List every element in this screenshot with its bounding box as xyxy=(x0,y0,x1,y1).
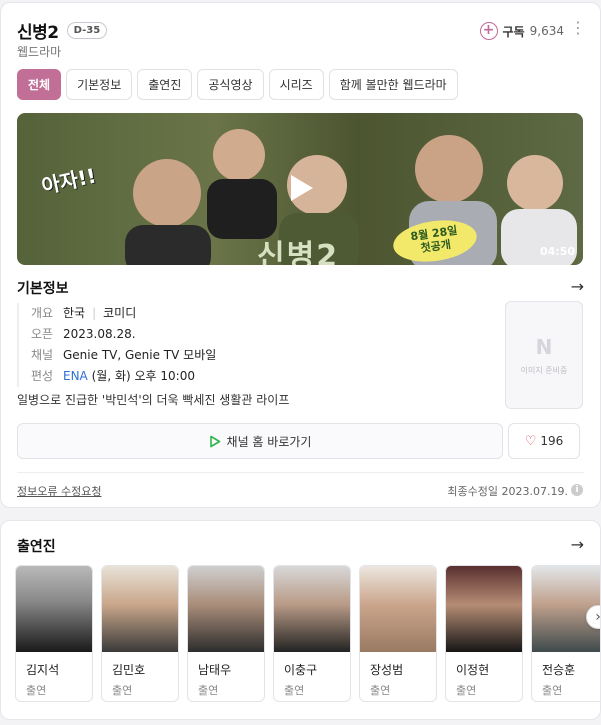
info-label: 오픈 xyxy=(31,327,54,341)
play-icon[interactable] xyxy=(283,171,317,205)
genre-label: 웹드라마 xyxy=(17,45,62,59)
cast-name: 장성범 xyxy=(370,663,404,677)
cast-photo xyxy=(102,566,178,652)
tab-all[interactable]: 전체 xyxy=(17,69,62,100)
cast-photo xyxy=(446,566,522,652)
cast-item[interactable]: 전승훈 출연 xyxy=(531,565,600,702)
like-count: 196 xyxy=(540,434,564,448)
info-label: 채널 xyxy=(31,348,54,362)
info-row-schedule: 편성 ENA (월, 화) 오후 10:00 xyxy=(17,366,487,387)
cast-photo xyxy=(188,566,264,652)
report-error-link[interactable]: 정보오류 수정요청 xyxy=(17,483,101,499)
poster-placeholder-text: 이미지 준비중 xyxy=(520,365,568,375)
info-country: 한국 xyxy=(63,306,86,320)
cast-heading[interactable]: 출연진 xyxy=(17,536,56,556)
cast-name: 이충구 xyxy=(284,663,318,677)
play-outline-icon xyxy=(209,435,220,447)
basic-info-heading[interactable]: 기본정보 xyxy=(17,278,69,298)
subscribe-count: 9,634 xyxy=(529,24,564,38)
tab-cast[interactable]: 출연진 xyxy=(137,69,193,100)
cast-item[interactable]: 이정현 출연 xyxy=(445,565,523,702)
like-button[interactable]: ♡ 196 xyxy=(508,423,580,459)
info-row-open: 오픈 2023.08.28. xyxy=(17,324,487,345)
program-description: 일병으로 진급한 '박민석'의 더욱 빡세진 생활관 라이프 xyxy=(17,393,290,407)
dday-badge: D-35 xyxy=(66,22,108,39)
cast-photo xyxy=(16,566,92,652)
info-label: 편성 xyxy=(31,369,54,383)
cast-item[interactable]: 김민호 출연 xyxy=(101,565,179,702)
arrow-right-icon[interactable]: → xyxy=(571,277,584,296)
info-value: 한국 | 코미디 xyxy=(63,303,136,324)
cast-item[interactable]: 장성범 출연 xyxy=(359,565,437,702)
cast-role: 출연 xyxy=(198,684,219,697)
video-player-thumbnail[interactable]: 아자!! 신병2 8월 28일 첫공개 04:50 xyxy=(17,113,583,265)
cast-name: 전승훈 xyxy=(542,663,576,677)
cast-role: 출연 xyxy=(284,684,305,697)
info-genre: 코미디 xyxy=(103,306,137,320)
cast-item[interactable]: 김지석 출연 xyxy=(15,565,93,702)
last-updated: 최종수정일 2023.07.19. xyxy=(447,485,568,498)
title-row: 신병2 D-35 xyxy=(17,18,108,43)
video-overlay-logo: 신병2 xyxy=(257,239,340,265)
info-value: Genie TV, Genie TV 모바일 xyxy=(63,348,217,362)
cast-card: 출연진 → 김지석 출연 김민호 출연 남태우 출연 이충구 출연 장성범 출연 xyxy=(0,520,601,720)
cast-name: 김지석 xyxy=(26,663,60,677)
cast-role: 출연 xyxy=(370,684,391,697)
cast-role: 출연 xyxy=(456,684,477,697)
heart-icon: ♡ xyxy=(524,433,537,449)
channel-home-button[interactable]: 채널 홈 바로가기 xyxy=(17,423,503,459)
cast-role: 출연 xyxy=(542,684,563,697)
cast-photo xyxy=(360,566,436,652)
cast-name: 이정현 xyxy=(456,663,490,677)
info-icon[interactable]: i xyxy=(571,484,583,496)
info-row-channel: 채널 Genie TV, Genie TV 모바일 xyxy=(17,345,487,366)
basic-info-list: 개요 한국 | 코미디 오픈 2023.08.28. 채널 Genie TV, Ge… xyxy=(17,303,487,387)
cast-name: 김민호 xyxy=(112,663,146,677)
tab-basic-info[interactable]: 기본정보 xyxy=(66,69,133,100)
info-row-overview: 개요 한국 | 코미디 xyxy=(17,303,487,324)
program-title[interactable]: 신병2 xyxy=(17,18,59,43)
poster-placeholder: N 이미지 준비중 xyxy=(505,301,583,409)
schedule-time: (월, 화) 오후 10:00 xyxy=(87,369,195,383)
cast-name: 남태우 xyxy=(198,663,232,677)
plus-icon: + xyxy=(479,22,498,40)
cast-role: 출연 xyxy=(112,684,133,697)
cast-photo xyxy=(274,566,350,652)
tab-series[interactable]: 시리즈 xyxy=(268,69,324,100)
tab-official-video[interactable]: 공식영상 xyxy=(197,69,264,100)
subscribe-button[interactable]: + 구독 9,634 xyxy=(479,22,564,40)
divider-bar: | xyxy=(92,306,97,320)
divider xyxy=(17,472,584,473)
tab-bar: 전체 기본정보 출연진 공식영상 시리즈 함께 볼만한 웹드라마 xyxy=(17,69,458,100)
tab-related-webdrama[interactable]: 함께 볼만한 웹드라마 xyxy=(328,69,458,100)
program-info-card: 신병2 D-35 웹드라마 + 구독 9,634 ⋮ 전체 기본정보 출연진 공… xyxy=(0,2,601,508)
cast-item[interactable]: 이충구 출연 xyxy=(273,565,351,702)
channel-home-label: 채널 홈 바로가기 xyxy=(226,434,312,449)
cast-role: 출연 xyxy=(26,684,47,697)
naver-logo: N xyxy=(535,334,553,359)
info-value: ENA (월, 화) 오후 10:00 xyxy=(63,366,195,387)
subscribe-label: 구독 xyxy=(502,24,525,39)
channel-link[interactable]: ENA xyxy=(63,369,88,383)
info-label: 개요 xyxy=(31,306,54,320)
video-duration: 04:50 xyxy=(539,245,575,258)
cast-item[interactable]: 남태우 출연 xyxy=(187,565,265,702)
arrow-right-icon[interactable]: → xyxy=(571,535,584,554)
info-value: 2023.08.28. xyxy=(63,327,136,341)
more-vertical-icon[interactable]: ⋮ xyxy=(570,19,586,37)
cast-list: 김지석 출연 김민호 출연 남태우 출연 이충구 출연 장성범 출연 이정현 출… xyxy=(15,565,600,702)
